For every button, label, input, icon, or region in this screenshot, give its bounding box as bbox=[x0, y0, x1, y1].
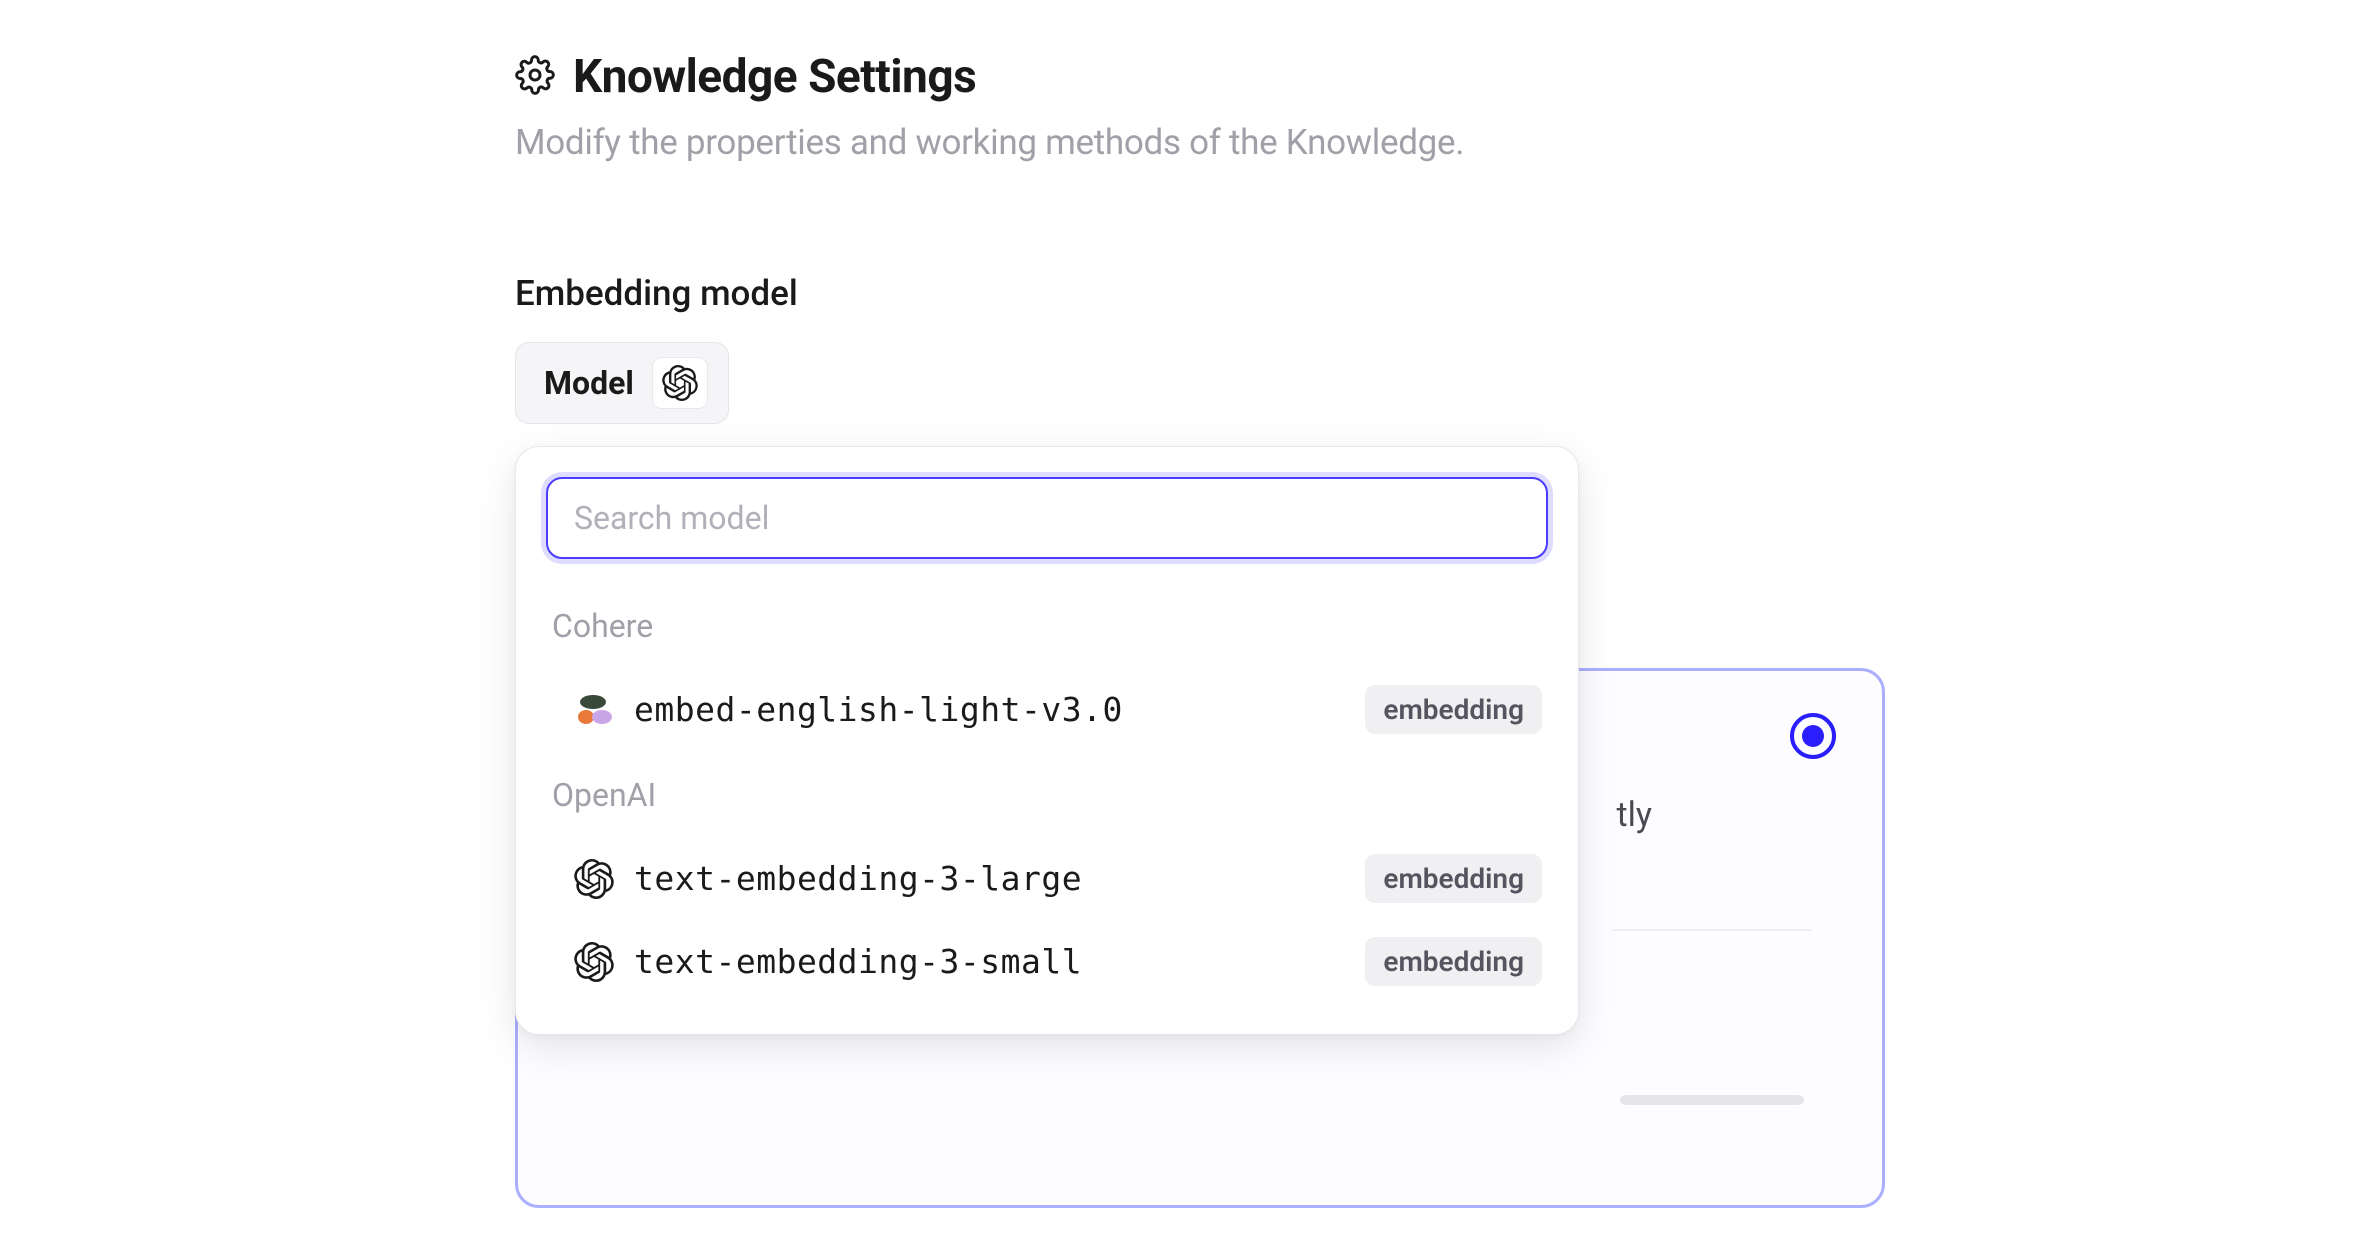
radio-selected-dot bbox=[1802, 725, 1824, 747]
model-tag: embedding bbox=[1365, 937, 1542, 986]
model-option-name: text-embedding-3-large bbox=[634, 859, 1365, 898]
provider-label-cohere: Cohere bbox=[546, 607, 1548, 645]
model-option-openai-text-embedding-3-large[interactable]: text-embedding-3-large embedding bbox=[546, 840, 1548, 917]
radio-selected[interactable] bbox=[1790, 713, 1836, 759]
model-selector-button-label: Model bbox=[544, 364, 634, 402]
model-option-name: text-embedding-3-small bbox=[634, 942, 1365, 981]
page-subtitle: Modify the properties and working method… bbox=[515, 122, 2360, 163]
embedding-model-label: Embedding model bbox=[515, 273, 2360, 314]
model-option-name: embed-english-light-v3.0 bbox=[634, 690, 1365, 729]
gear-icon bbox=[515, 55, 555, 99]
option-card-slider-track[interactable] bbox=[1620, 1095, 1804, 1105]
openai-icon bbox=[572, 940, 616, 984]
cohere-icon bbox=[572, 688, 616, 732]
option-card-divider bbox=[1612, 929, 1812, 931]
model-selector-button[interactable]: Model bbox=[515, 342, 729, 424]
openai-icon bbox=[652, 357, 708, 409]
model-option-openai-text-embedding-3-small[interactable]: text-embedding-3-small embedding bbox=[546, 923, 1548, 1000]
page-title: Knowledge Settings bbox=[573, 50, 976, 104]
option-card-text-partial: tly bbox=[1617, 795, 1652, 835]
search-input[interactable] bbox=[546, 477, 1548, 559]
provider-label-openai: OpenAI bbox=[546, 776, 1548, 814]
openai-icon bbox=[572, 857, 616, 901]
model-tag: embedding bbox=[1365, 685, 1542, 734]
model-option-cohere-embed-english-light[interactable]: embed-english-light-v3.0 embedding bbox=[546, 671, 1548, 748]
model-dropdown-panel: Cohere embed-english-light-v3.0 embeddin… bbox=[515, 446, 1579, 1035]
model-tag: embedding bbox=[1365, 854, 1542, 903]
